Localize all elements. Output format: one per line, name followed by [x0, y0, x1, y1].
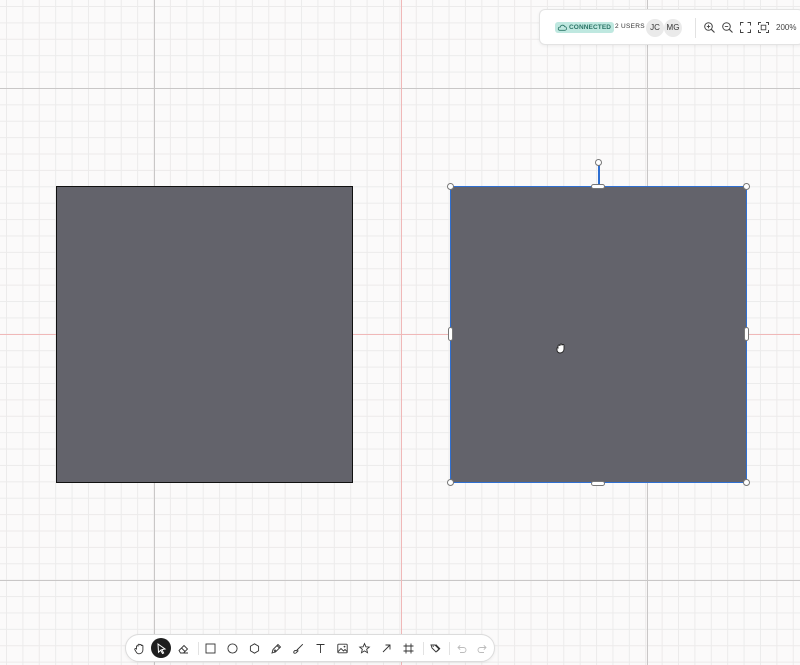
resize-handle-left[interactable] [448, 327, 453, 341]
canvas-axis-vertical [401, 0, 402, 665]
polygon-tool-button[interactable] [244, 638, 264, 658]
frame-icon [403, 643, 413, 653]
undo-icon [456, 644, 466, 653]
resize-handle-bottom-right[interactable] [743, 479, 750, 486]
hand-tool-button[interactable] [129, 638, 149, 658]
divider [198, 642, 199, 655]
select-tool-button[interactable] [151, 638, 171, 658]
zoom-out-icon[interactable] [721, 21, 734, 34]
grab-hand-cursor [556, 343, 565, 354]
fullscreen-icon[interactable] [739, 21, 752, 34]
connection-status-badge: CONNECTED [555, 22, 615, 33]
fit-to-screen-icon[interactable] [757, 21, 770, 34]
cloud-icon [557, 24, 567, 31]
resize-handle-right[interactable] [744, 327, 749, 341]
pen-icon [270, 643, 281, 654]
divider [449, 642, 450, 655]
redo-button[interactable] [472, 638, 492, 658]
arrow-icon [382, 644, 390, 652]
resize-handle-top-right[interactable] [743, 183, 750, 190]
rotation-handle[interactable] [595, 159, 602, 166]
image-tool-button[interactable] [332, 638, 352, 658]
pointer-icon [156, 642, 166, 654]
avatar[interactable]: MG [664, 19, 682, 37]
resize-handle-bottom[interactable] [591, 481, 605, 486]
image-icon [336, 643, 348, 653]
eraser-icon [177, 644, 188, 653]
pen-tool-button[interactable] [266, 638, 286, 658]
resize-handle-top-left[interactable] [447, 183, 454, 190]
grid-major-line [0, 88, 800, 89]
tag-link-icon [429, 643, 440, 653]
star-tool-button[interactable] [354, 638, 374, 658]
redo-icon [477, 644, 487, 653]
zoom-level[interactable]: 200% [776, 23, 796, 32]
ellipse-tool-button[interactable] [222, 638, 242, 658]
undo-button[interactable] [451, 638, 471, 658]
ellipse-icon [226, 642, 238, 654]
text-tool-button[interactable] [310, 638, 330, 658]
divider [695, 18, 696, 38]
star-icon [358, 641, 370, 654]
resize-handle-top[interactable] [591, 184, 605, 189]
text-icon [316, 643, 324, 653]
connection-status-text: CONNECTED [569, 24, 612, 31]
brush-icon [292, 643, 303, 654]
resize-handle-bottom-left[interactable] [447, 479, 454, 486]
hexagon-icon [249, 642, 259, 654]
arrow-tool-button[interactable] [376, 638, 396, 658]
square-shape-selected[interactable] [451, 187, 747, 483]
rectangle-tool-button[interactable] [200, 638, 220, 658]
users-count: 2 USERS [615, 23, 645, 30]
grid-major-line [0, 580, 800, 581]
tools-toolbar [125, 634, 495, 662]
avatar[interactable]: JC [646, 19, 664, 37]
rotation-stem [598, 165, 600, 186]
hand-icon [133, 643, 143, 654]
collaboration-status-bar: CONNECTED 2 USERS JC MG 200% [539, 9, 800, 45]
link-tool-button[interactable] [425, 638, 445, 658]
eraser-tool-button[interactable] [173, 638, 193, 658]
divider [423, 642, 424, 655]
frame-tool-button[interactable] [398, 638, 418, 658]
square-shape[interactable] [56, 186, 353, 483]
rectangle-icon [205, 643, 215, 653]
zoom-in-icon[interactable] [703, 21, 716, 34]
brush-tool-button[interactable] [288, 638, 308, 658]
